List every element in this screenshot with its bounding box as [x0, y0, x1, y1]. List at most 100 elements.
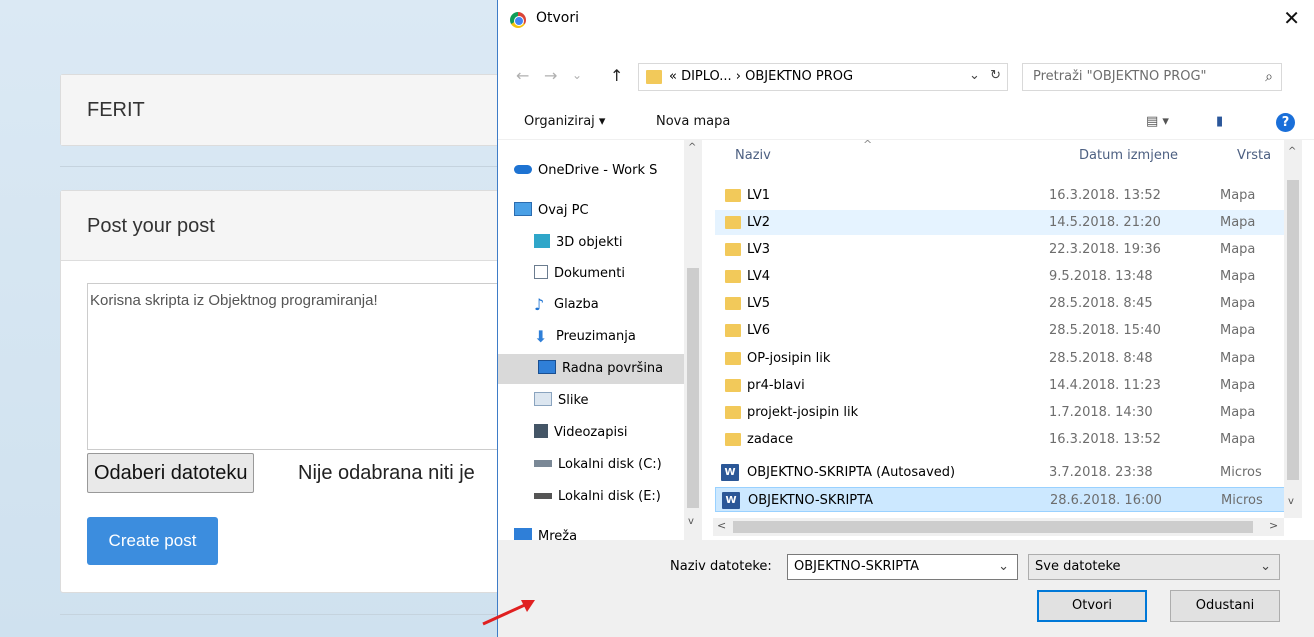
nav-item-network[interactable]: Mreža	[514, 522, 684, 540]
scroll-right-icon[interactable]: >	[1269, 519, 1278, 532]
file-type: Mapa	[1220, 323, 1256, 338]
nav-item-label: Ovaj PC	[538, 203, 589, 218]
chevron-down-icon[interactable]: ⌄	[998, 559, 1009, 574]
column-name-header[interactable]: Naziv	[735, 148, 771, 163]
nav-item-downloads[interactable]: ⬇ Preuzimanja	[534, 322, 704, 352]
file-date: 28.5.2018. 8:48	[1049, 351, 1153, 366]
chevron-down-icon[interactable]: ⌄	[1260, 559, 1271, 574]
folder-icon	[725, 352, 741, 365]
column-type-header[interactable]: Vrsta	[1237, 148, 1271, 163]
choose-file-button[interactable]: Odaberi datoteku	[87, 453, 255, 493]
file-name: OP-josipin lik	[747, 351, 831, 366]
post-textarea[interactable]: Korisna skripta iz Objektnog programiran…	[87, 283, 507, 450]
brand-title: FERIT	[61, 75, 519, 145]
nav-item-drive-e[interactable]: Lokalni disk (E:)	[534, 482, 704, 512]
nav-scrollbar[interactable]: ^ v	[684, 140, 702, 540]
nav-item-3d-objects[interactable]: 3D objekti	[534, 228, 704, 258]
scroll-up-icon[interactable]: ^	[688, 142, 696, 153]
nav-item-label: 3D objekti	[556, 235, 623, 250]
navigation-pane: OneDrive - Work S Ovaj PC 3D objekti Dok…	[498, 140, 704, 540]
post-card-title: Post your post	[61, 191, 519, 261]
file-row[interactable]: W OBJEKTNO-SKRIPTA (Autosaved) 3.7.2018. 2…	[715, 460, 1299, 485]
nav-item-music[interactable]: ♪ Glazba	[534, 290, 704, 320]
dialog-footer: Naziv datoteke: OBJEKTNO-SKRIPTA ⌄ Sve d…	[498, 540, 1314, 637]
search-placeholder: Pretraži "OBJEKTNO PROG"	[1033, 69, 1207, 84]
nav-item-pictures[interactable]: Slike	[534, 386, 704, 416]
forward-arrow-icon[interactable]: →	[544, 66, 557, 85]
file-row[interactable]: pr4-blavi 14.4.2018. 11:23 Mapa	[715, 373, 1299, 398]
folder-icon	[725, 270, 741, 283]
file-row[interactable]: LV2 14.5.2018. 21:20 Mapa	[715, 210, 1299, 235]
search-input[interactable]: Pretraži "OBJEKTNO PROG" ⌕	[1022, 63, 1282, 91]
filename-input[interactable]: OBJEKTNO-SKRIPTA ⌄	[787, 554, 1018, 580]
folder-icon	[725, 297, 741, 310]
file-row[interactable]: OP-josipin lik 28.5.2018. 8:48 Mapa	[715, 346, 1299, 371]
file-row[interactable]: LV4 9.5.2018. 13:48 Mapa	[715, 264, 1299, 289]
nav-item-desktop[interactable]: Radna površina	[498, 354, 684, 384]
file-row[interactable]: LV5 28.5.2018. 8:45 Mapa	[715, 291, 1299, 316]
nav-item-videos[interactable]: Videozapisi	[534, 418, 704, 448]
file-row[interactable]: zadace 16.3.2018. 13:52 Mapa	[715, 427, 1299, 452]
nav-item-drive-c[interactable]: Lokalni disk (C:)	[534, 450, 704, 480]
file-date: 3.7.2018. 23:38	[1049, 465, 1153, 480]
desktop-icon	[538, 360, 556, 374]
address-bar[interactable]: « DIPLO... › OBJEKTNO PROG ⌄ ↻	[638, 63, 1008, 91]
nav-item-label: Radna površina	[562, 361, 664, 376]
new-folder-button[interactable]: Nova mapa	[656, 114, 730, 129]
preview-pane-icon[interactable]: ▮	[1216, 114, 1223, 129]
open-button[interactable]: Otvori	[1037, 590, 1147, 622]
horizontal-scrollbar[interactable]: < >	[713, 518, 1284, 536]
folder-icon	[725, 216, 741, 229]
view-menu-icon[interactable]: ▤ ▾	[1146, 114, 1169, 129]
back-arrow-icon[interactable]: ←	[516, 66, 529, 85]
horizontal-scroll-thumb[interactable]	[733, 521, 1253, 533]
scroll-left-icon[interactable]: <	[717, 519, 726, 532]
up-arrow-icon[interactable]: ↑	[610, 66, 623, 85]
nav-item-label: Lokalni disk (C:)	[558, 457, 662, 472]
nav-scroll-thumb[interactable]	[687, 268, 699, 508]
documents-icon	[534, 265, 548, 279]
address-controls[interactable]: ⌄ ↻	[969, 68, 1001, 83]
pictures-icon	[534, 392, 552, 406]
file-date: 16.3.2018. 13:52	[1049, 188, 1161, 203]
search-icon[interactable]: ⌕	[1265, 69, 1273, 85]
nav-item-onedrive[interactable]: OneDrive - Work S	[514, 156, 684, 186]
cancel-button[interactable]: Odustani	[1170, 590, 1280, 622]
nav-item-this-pc[interactable]: Ovaj PC	[514, 196, 684, 226]
scroll-down-icon[interactable]: v	[688, 516, 694, 527]
scroll-down-icon[interactable]: v	[1288, 496, 1294, 507]
nav-item-label: Videozapisi	[554, 425, 628, 440]
scroll-up-icon[interactable]: ^	[1288, 146, 1296, 157]
file-type: Mapa	[1220, 188, 1256, 203]
close-icon[interactable]: ✕	[1283, 6, 1300, 30]
file-type: Mapa	[1220, 242, 1256, 257]
nav-item-label: Mreža	[538, 529, 578, 540]
file-row[interactable]: LV3 22.3.2018. 19:36 Mapa	[715, 237, 1299, 262]
file-row[interactable]: LV1 16.3.2018. 13:52 Mapa	[715, 183, 1299, 208]
file-date: 14.5.2018. 21:20	[1049, 215, 1161, 230]
file-row[interactable]: LV6 28.5.2018. 15:40 Mapa	[715, 318, 1299, 343]
nav-item-documents[interactable]: Dokumenti	[534, 259, 704, 289]
file-row-selected[interactable]: W OBJEKTNO-SKRIPTA 28.6.2018. 16:00 Micros	[715, 487, 1299, 512]
file-type: Micros	[1220, 465, 1262, 480]
file-name: pr4-blavi	[747, 378, 805, 393]
filetype-select[interactable]: Sve datoteke ⌄	[1028, 554, 1280, 580]
create-post-button[interactable]: Create post	[87, 517, 218, 565]
refresh-icon[interactable]: ↻	[990, 68, 1001, 83]
address-dropdown-icon[interactable]: ⌄	[969, 68, 980, 83]
folder-icon	[725, 433, 741, 446]
recent-locations-icon[interactable]: ⌄	[572, 68, 582, 82]
file-date: 9.5.2018. 13:48	[1049, 269, 1153, 284]
organize-menu[interactable]: Organiziraj ▾	[524, 114, 605, 129]
file-date: 1.7.2018. 14:30	[1049, 405, 1153, 420]
filename-label: Naziv datoteke:	[670, 559, 772, 574]
onedrive-icon	[514, 165, 532, 174]
file-list-scroll-thumb[interactable]	[1287, 180, 1299, 480]
file-type: Mapa	[1220, 405, 1256, 420]
network-icon	[514, 528, 532, 540]
file-list-scrollbar[interactable]: ^ v	[1284, 140, 1302, 518]
help-icon[interactable]: ?	[1276, 113, 1295, 132]
file-row[interactable]: projekt-josipin lik 1.7.2018. 14:30 Mapa	[715, 400, 1299, 425]
column-date-header[interactable]: Datum izmjene	[1079, 148, 1178, 163]
dialog-titlebar[interactable]: Otvori ✕	[498, 0, 1314, 38]
